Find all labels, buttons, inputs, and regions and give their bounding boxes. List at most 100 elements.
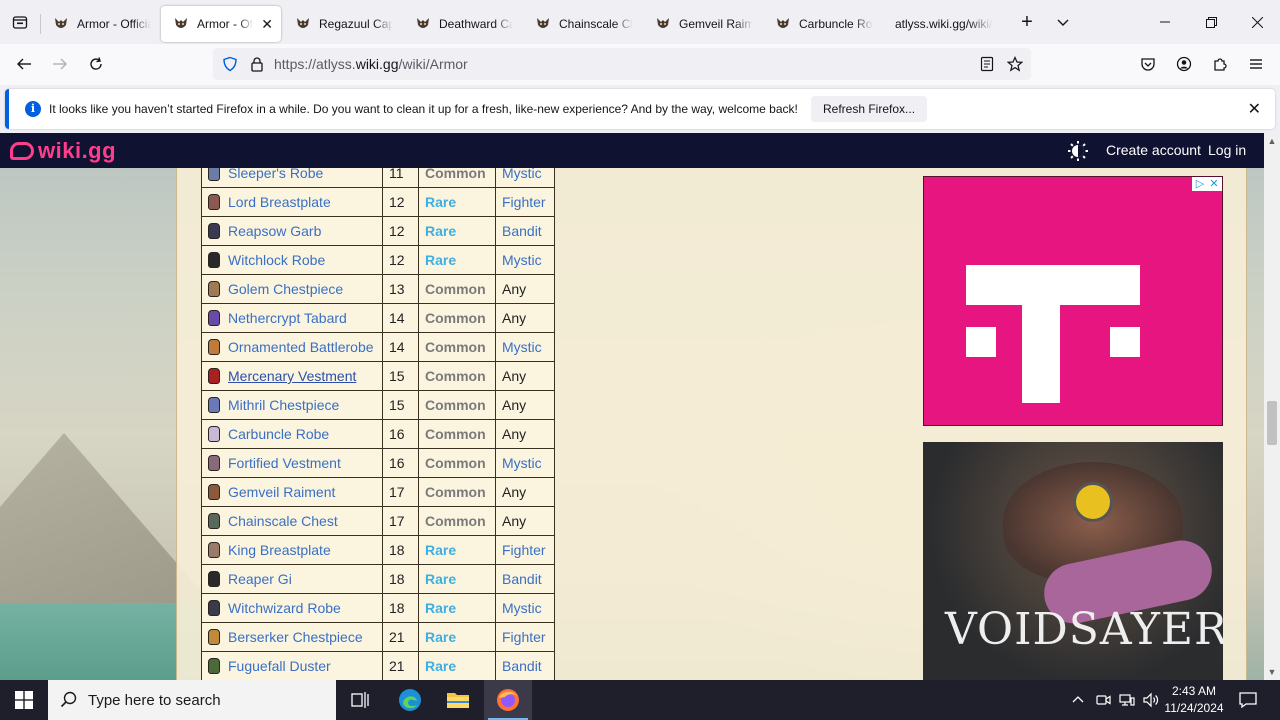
app-menu-button[interactable] — [1240, 48, 1272, 80]
armor-item-icon[interactable] — [208, 513, 220, 529]
armor-item-icon[interactable] — [208, 426, 220, 442]
tracking-protection-shield-icon[interactable] — [222, 56, 238, 72]
armor-item-icon[interactable] — [208, 542, 220, 558]
item-link[interactable]: Ornamented Battlerobe — [228, 339, 374, 355]
task-view-button[interactable] — [336, 680, 384, 720]
meet-now-button[interactable] — [1094, 680, 1112, 720]
item-level-cell: 17 — [382, 477, 419, 507]
advertisement-telekom[interactable]: ▷ ✕ — [923, 176, 1223, 426]
taskbar-search-box[interactable]: Type here to search — [48, 680, 336, 720]
wiki-logo[interactable]: wiki.gg — [10, 138, 116, 164]
item-link[interactable]: Carbuncle Robe — [228, 426, 329, 442]
armor-item-icon[interactable] — [208, 629, 220, 645]
item-class-cell[interactable]: Bandit — [495, 651, 555, 680]
browser-tab[interactable]: Armor - Official Atlyss Wiki — [41, 6, 159, 42]
list-all-tabs-button[interactable] — [1047, 6, 1079, 38]
url-text[interactable]: https://atlyss.wiki.gg/wiki/Armor — [274, 56, 468, 72]
browser-tab[interactable]: atlyss.wiki.gg/wiki/ — [883, 6, 1001, 42]
show-hidden-icons-button[interactable] — [1070, 680, 1086, 720]
browser-tab[interactable]: Deathward Cape — [403, 6, 521, 42]
browser-tab[interactable]: Gemveil Raiment — [643, 6, 761, 42]
item-link[interactable]: Lord Breastplate — [228, 194, 331, 210]
bookmark-star-icon[interactable] — [1007, 56, 1023, 72]
volume-button[interactable] — [1142, 680, 1160, 720]
new-tab-button[interactable]: + — [1011, 6, 1043, 38]
account-button[interactable] — [1168, 48, 1200, 80]
firefox-view-button[interactable] — [0, 0, 40, 44]
forward-button[interactable] — [44, 48, 76, 80]
item-class-cell[interactable]: Mystic — [495, 448, 555, 478]
item-class-cell[interactable]: Fighter — [495, 187, 555, 217]
item-class-cell[interactable]: Fighter — [495, 622, 555, 652]
armor-item-icon[interactable] — [208, 281, 220, 297]
reload-button[interactable] — [80, 48, 112, 80]
create-account-link[interactable]: Create account — [1106, 142, 1201, 158]
item-class-cell[interactable]: Fighter — [495, 535, 555, 565]
browser-tab[interactable]: Armor - Official Atlyss Wiki ✕ — [161, 6, 281, 42]
armor-item-icon[interactable] — [208, 600, 220, 616]
item-link[interactable]: Fortified Vestment — [228, 455, 341, 471]
item-class-cell[interactable]: Mystic — [495, 245, 555, 275]
file-explorer-taskbar-button[interactable] — [434, 680, 482, 720]
item-link[interactable]: Witchlock Robe — [228, 252, 325, 268]
armor-item-icon[interactable] — [208, 368, 220, 384]
advertisement-voidsayer[interactable]: VOIDSAYER — [923, 442, 1223, 680]
item-link[interactable]: Chainscale Chest — [228, 513, 338, 529]
browser-tab[interactable]: Regazuul Cape — [283, 6, 401, 42]
item-class-cell[interactable]: Bandit — [495, 564, 555, 594]
armor-item-icon[interactable] — [208, 339, 220, 355]
scroll-down-arrow-icon[interactable]: ▼ — [1264, 664, 1280, 680]
minimize-button[interactable] — [1142, 0, 1188, 44]
close-icon[interactable]: ✕ — [1248, 99, 1261, 119]
armor-item-icon[interactable] — [208, 223, 220, 239]
armor-item-icon[interactable] — [208, 397, 220, 413]
armor-item-icon[interactable] — [208, 484, 220, 500]
refresh-firefox-button[interactable]: Refresh Firefox... — [811, 96, 928, 122]
theme-toggle-icon[interactable] — [1068, 141, 1088, 161]
item-link[interactable]: Mithril Chestpiece — [228, 397, 339, 413]
armor-item-icon[interactable] — [208, 310, 220, 326]
ad-info-icon[interactable]: ▷ — [1194, 178, 1206, 190]
close-window-button[interactable] — [1234, 0, 1280, 44]
item-link[interactable]: Fuguefall Duster — [228, 658, 331, 674]
item-link[interactable]: Witchwizard Robe — [228, 600, 341, 616]
log-in-link[interactable]: Log in — [1208, 142, 1246, 158]
item-class-cell[interactable]: Bandit — [495, 216, 555, 246]
armor-item-icon[interactable] — [208, 252, 220, 268]
start-button[interactable] — [0, 680, 48, 720]
back-button[interactable] — [8, 48, 40, 80]
pocket-button[interactable] — [1132, 48, 1164, 80]
edge-taskbar-button[interactable] — [386, 680, 434, 720]
armor-item-icon[interactable] — [208, 658, 220, 674]
notifications-button[interactable] — [1234, 680, 1262, 720]
item-link[interactable]: Berserker Chestpiece — [228, 629, 363, 645]
armor-item-icon[interactable] — [208, 455, 220, 471]
item-link[interactable]: Nethercrypt Tabard — [228, 310, 347, 326]
close-tab-icon[interactable]: ✕ — [261, 16, 273, 33]
browser-tab[interactable]: Chainscale Chest — [523, 6, 641, 42]
item-class-cell[interactable]: Mystic — [495, 332, 555, 362]
item-link[interactable]: Gemveil Raiment — [228, 484, 335, 500]
scroll-thumb[interactable] — [1267, 401, 1277, 445]
item-link[interactable]: Golem Chestpiece — [228, 281, 343, 297]
ad-choices[interactable]: ▷ ✕ — [1192, 177, 1222, 191]
item-link[interactable]: Reaper Gi — [228, 571, 292, 587]
item-link[interactable]: Reapsow Garb — [228, 223, 321, 239]
reader-view-icon[interactable] — [979, 56, 995, 72]
restore-button[interactable] — [1188, 0, 1234, 44]
taskbar-clock[interactable]: 2:43 AM 11/24/2024 — [1160, 683, 1228, 717]
ad-close-icon[interactable]: ✕ — [1208, 178, 1220, 190]
url-bar[interactable]: https://atlyss.wiki.gg/wiki/Armor — [213, 48, 1031, 80]
browser-tab[interactable]: Carbuncle Robe — [763, 6, 881, 42]
scroll-up-arrow-icon[interactable]: ▲ — [1264, 133, 1280, 149]
armor-item-icon[interactable] — [208, 194, 220, 210]
extensions-button[interactable] — [1204, 48, 1236, 80]
item-link[interactable]: King Breastplate — [228, 542, 331, 558]
armor-item-icon[interactable] — [208, 571, 220, 587]
firefox-taskbar-button[interactable] — [484, 680, 532, 720]
item-link[interactable]: Mercenary Vestment — [228, 368, 356, 384]
network-button[interactable] — [1118, 680, 1136, 720]
page-scrollbar[interactable]: ▲ ▼ — [1264, 133, 1280, 680]
lock-icon[interactable] — [249, 56, 265, 72]
item-class-cell[interactable]: Mystic — [495, 593, 555, 623]
